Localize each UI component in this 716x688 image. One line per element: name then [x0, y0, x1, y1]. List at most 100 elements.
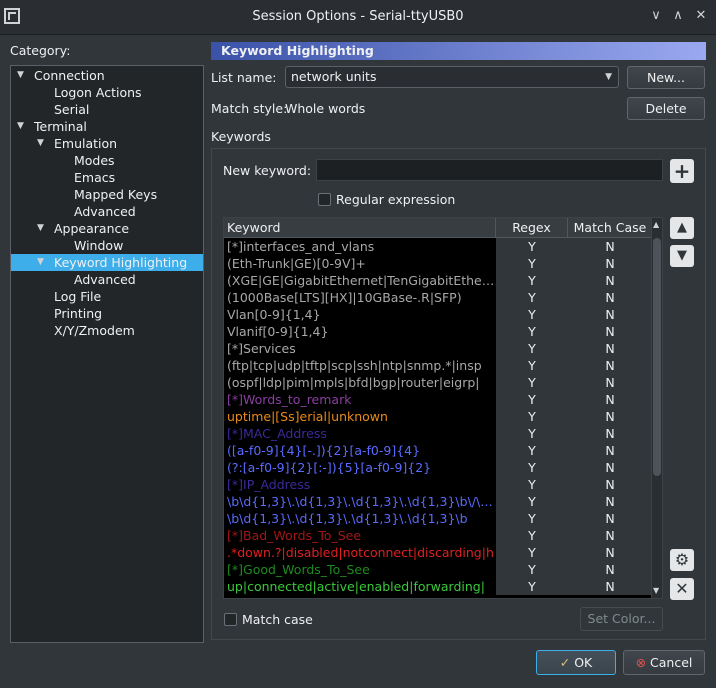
settings-button[interactable]: ⚙	[670, 549, 694, 571]
tree-item[interactable]: ▼ Emulation	[11, 135, 203, 152]
add-keyword-button[interactable]: +	[670, 159, 694, 183]
table-row[interactable]: [*]Bad_Words_To_See Y N	[224, 527, 652, 544]
match-case-cell: N	[568, 476, 652, 493]
tree-item[interactable]: Window	[11, 237, 203, 254]
match-style-label: Match style:	[211, 101, 288, 116]
table-row[interactable]: (ospf|ldp|pim|mpls|bfd|bgp|router|eigrp|…	[224, 374, 652, 391]
cancel-x-icon: ⊗	[635, 655, 647, 670]
scrollbar-thumb[interactable]	[653, 238, 661, 476]
table-row[interactable]: Vlan[0-9]{1,4} Y N	[224, 306, 652, 323]
column-match-case[interactable]: Match Case	[568, 218, 652, 237]
expand-arrow-icon[interactable]: ▼	[17, 67, 24, 84]
table-row[interactable]: (XGE|GE|GigabitEthernet|TenGigabitEthern…	[224, 272, 652, 289]
maximize-button[interactable]: ∧	[670, 8, 686, 24]
move-down-button[interactable]: ▼	[670, 245, 694, 267]
tree-item[interactable]: Printing	[11, 305, 203, 322]
match-case-checkbox[interactable]	[224, 613, 237, 626]
new-list-button[interactable]: New...	[627, 66, 705, 89]
regex-cell: Y	[496, 306, 568, 323]
table-row[interactable]: (Eth-Trunk|GE)[0-9V]+ Y N	[224, 255, 652, 272]
minimize-button[interactable]: ∨	[648, 8, 664, 24]
regex-cell: Y	[496, 544, 568, 561]
table-row[interactable]: ([a-f0-9]{4}[-.]){2}[a-f0-9]{4} Y N	[224, 442, 652, 459]
regex-checkbox[interactable]	[318, 193, 331, 206]
set-color-button[interactable]: Set Color...	[580, 607, 663, 631]
table-row[interactable]: (1000Base[LTS][HX]|10GBase-.R|SFP) Y N	[224, 289, 652, 306]
tree-item-label: Keyword Highlighting	[54, 255, 188, 270]
tree-item[interactable]: Serial	[11, 101, 203, 118]
table-row[interactable]: (?:[a-f0-9]{2}[:-]){5}[a-f0-9]{2} Y N	[224, 459, 652, 476]
expand-arrow-icon[interactable]: ▼	[37, 220, 44, 237]
table-row[interactable]: [*]IP_Address Y N	[224, 476, 652, 493]
table-row[interactable]: uptime|[Ss]erial|unknown Y N	[224, 408, 652, 425]
delete-keyword-button[interactable]: ✕	[670, 578, 694, 600]
table-row[interactable]: [*]Good_Words_To_See Y N	[224, 561, 652, 578]
table-row[interactable]: \b\d{1,3}\.\d{1,3}\.\d{1,3}\.\d{1,3}\b\/…	[224, 493, 652, 510]
tree-item-label: Window	[74, 238, 124, 253]
expand-arrow-icon[interactable]: ▼	[17, 118, 24, 135]
keyword-cell: [*]Services	[227, 341, 296, 356]
cancel-label: Cancel	[650, 655, 693, 670]
cancel-button[interactable]: ⊗ Cancel	[623, 650, 705, 675]
regex-cell: Y	[496, 238, 568, 255]
new-keyword-input[interactable]	[316, 159, 663, 181]
tree-item-label: Serial	[54, 102, 90, 117]
ok-button[interactable]: ✓ OK	[536, 650, 616, 675]
tree-item-label: Connection	[34, 68, 105, 83]
table-row[interactable]: [*]interfaces_and_vlans Y N	[224, 238, 652, 255]
close-button[interactable]: ✕	[693, 8, 709, 24]
regex-cell: Y	[496, 391, 568, 408]
tree-item[interactable]: Advanced	[11, 203, 203, 220]
tree-item[interactable]: Modes	[11, 152, 203, 169]
tree-item-label: Terminal	[34, 119, 87, 134]
table-row[interactable]: up|connected|active|enabled|forwarding| Y…	[224, 578, 652, 595]
scroll-down-arrow-icon[interactable]: ▼	[653, 586, 659, 595]
category-tree[interactable]: ▼ Connection Logon Actions Serial ▼ Terminal ▼…	[10, 65, 204, 643]
ok-label: OK	[574, 655, 593, 670]
tree-item[interactable]: Mapped Keys	[11, 186, 203, 203]
regex-cell: Y	[496, 255, 568, 272]
tree-item[interactable]: Advanced	[11, 271, 203, 288]
match-case-cell: N	[568, 510, 652, 527]
keywords-table[interactable]: Keyword Regex Match Case [*]interfaces_a…	[223, 217, 663, 599]
keyword-cell: \b\d{1,3}\.\d{1,3}\.\d{1,3}\.\d{1,3}\b\/…	[227, 494, 495, 509]
column-regex[interactable]: Regex	[496, 218, 568, 237]
keyword-cell: (ospf|ldp|pim|mpls|bfd|bgp|router|eigrp|	[227, 375, 480, 390]
tree-item[interactable]: Log File	[11, 288, 203, 305]
match-case-cell: N	[568, 561, 652, 578]
table-row[interactable]: (ftp|tcp|udp|tftp|scp|ssh|ntp|snmp.*|ins…	[224, 357, 652, 374]
expand-arrow-icon[interactable]: ▼	[37, 135, 44, 152]
table-row[interactable]: Vlanif[0-9]{1,4} Y N	[224, 323, 652, 340]
table-row[interactable]: [*]MAC_Address Y N	[224, 425, 652, 442]
match-case-cell: N	[568, 374, 652, 391]
move-up-button[interactable]: ▲	[670, 217, 694, 239]
tree-item[interactable]: ▼ Connection	[11, 67, 203, 84]
table-row[interactable]: \b\d{1,3}\.\d{1,3}\.\d{1,3}\.\d{1,3}\b Y N	[224, 510, 652, 527]
delete-button[interactable]: Delete	[627, 97, 705, 120]
tree-item[interactable]: ▼ Terminal	[11, 118, 203, 135]
tree-item[interactable]: X/Y/Zmodem	[11, 322, 203, 339]
match-case-cell: N	[568, 408, 652, 425]
table-row[interactable]: [*]Services Y N	[224, 340, 652, 357]
match-case-cell: N	[568, 340, 652, 357]
list-name-value: network units	[291, 69, 377, 84]
keyword-cell: Vlan[0-9]{1,4}	[227, 307, 321, 322]
regex-cell: Y	[496, 272, 568, 289]
table-row[interactable]: .*down.?|disabled|notconnect|discarding|…	[224, 544, 652, 561]
scroll-up-arrow-icon[interactable]: ▲	[653, 220, 659, 229]
keyword-cell: uptime|[Ss]erial|unknown	[227, 409, 388, 424]
tree-item[interactable]: ▼ Appearance	[11, 220, 203, 237]
tree-item[interactable]: Emacs	[11, 169, 203, 186]
table-scrollbar[interactable]: ▲ ▼	[651, 218, 662, 598]
match-case-cell: N	[568, 289, 652, 306]
regex-cell: Y	[496, 561, 568, 578]
match-case-cell: N	[568, 459, 652, 476]
column-keyword[interactable]: Keyword	[224, 218, 496, 237]
tree-item[interactable]: ▼ Keyword Highlighting	[11, 254, 203, 271]
keyword-cell: Vlanif[0-9]{1,4}	[227, 324, 329, 339]
tree-item[interactable]: Logon Actions	[11, 84, 203, 101]
table-row[interactable]: [*]Words_to_remark Y N	[224, 391, 652, 408]
list-name-combo[interactable]: network units ▼	[285, 66, 619, 88]
match-case-cell: N	[568, 238, 652, 255]
expand-arrow-icon[interactable]: ▼	[37, 254, 44, 271]
